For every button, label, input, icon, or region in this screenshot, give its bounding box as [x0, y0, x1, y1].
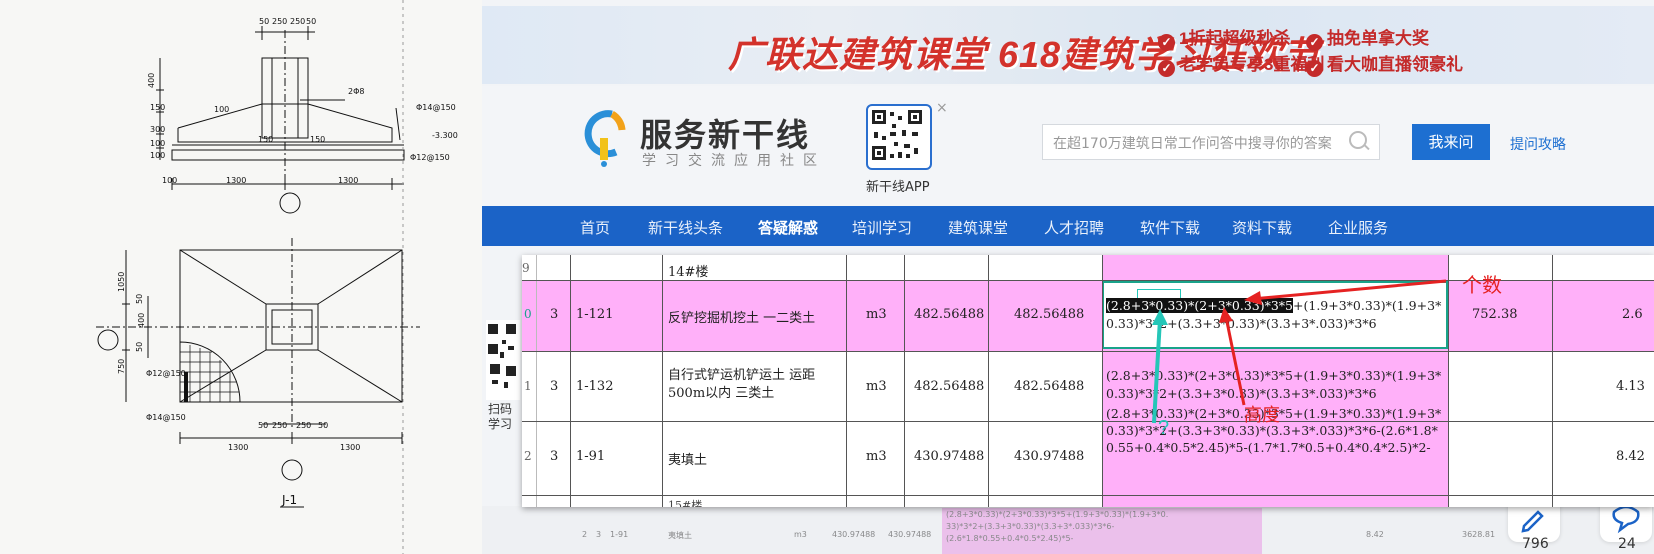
check-icon: ✓ — [1306, 60, 1323, 77]
check-icon: ✓ — [1158, 34, 1175, 51]
banner-perk: ✓ 抽免单拿大奖 — [1306, 24, 1429, 51]
nav-item-software[interactable]: 软件下载 — [1140, 217, 1200, 238]
bg-cell: 2 — [582, 530, 588, 539]
foundation-drawing-svg: 50 250 250 50 400 150 300 100 100 100 2Φ… — [96, 0, 458, 554]
drawing-plan-dim: 400 — [137, 313, 146, 328]
nav-item-headlines[interactable]: 新干线头条 — [648, 217, 723, 238]
drawing-note: 100 — [214, 105, 229, 114]
drawing-plan-top-dim: 50 — [318, 421, 328, 430]
drawing-inner-dim: 150 — [258, 135, 273, 144]
drawing-plan-dim: 50 — [135, 294, 144, 304]
search-placeholder: 在超170万建筑日常工作问答中搜寻你的答案 — [1053, 136, 1332, 152]
logo-slogan: 学习交流应用社区 — [642, 153, 826, 169]
drawing-bottom-dim: 1300 — [226, 176, 246, 185]
bg-cell: 夷填土 — [668, 531, 692, 540]
drawing-plan-top-dim: 50 — [258, 421, 268, 430]
drawing-elev-dim: 100 — [150, 139, 165, 148]
bg-formula-line: (2.8+3*0.33)*(2+3*0.33)*3*5+(1.9+3*0.33)… — [946, 510, 1169, 519]
banner-perk-text: 老学员专享3重福利 — [1179, 55, 1325, 74]
side-qr-icon[interactable] — [486, 320, 520, 400]
nav-item-jobs[interactable]: 人才招聘 — [1044, 217, 1104, 238]
drawing-elev-dim: 150 — [150, 103, 165, 112]
drawing-top-dim: 250 — [290, 17, 305, 26]
foundation-drawing: 50 250 250 50 400 150 300 100 100 100 2Φ… — [0, 0, 482, 554]
banner-perk-text: 抽免单拿大奖 — [1327, 29, 1429, 48]
bg-cell: 8.42 — [1366, 530, 1384, 539]
banner-perk-text: 看大咖直播领豪礼 — [1327, 55, 1463, 74]
drawing-note: 2Φ8 — [348, 87, 364, 96]
drawing-plan-bottom-dim: 1300 — [340, 443, 360, 452]
annotation-count: 个数 — [1462, 275, 1502, 297]
nav-item-training[interactable]: 培训学习 — [852, 217, 912, 238]
search-icon[interactable] — [1349, 131, 1367, 149]
logo-icon[interactable] — [582, 108, 628, 168]
bg-formula-line: 33)*3*2+(3.3+3*0.33)*(3.3+3*.033)*3*6- — [946, 522, 1115, 531]
nav-item-qa[interactable]: 答疑解惑 — [758, 217, 818, 238]
drawing-note: -3.300 — [432, 131, 458, 140]
ask-question-button[interactable]: 我来问 — [1412, 124, 1490, 160]
drawing-elev-dim: 400 — [147, 73, 156, 88]
drawing-plan-note: Φ12@150 — [146, 369, 186, 378]
comment-count: 24 — [1618, 536, 1636, 552]
main-nav: 首页 新干线头条 答疑解惑 培训学习 建筑课堂 人才招聘 软件下载 资料下载 企… — [482, 206, 1654, 246]
search-input[interactable]: 在超170万建筑日常工作问答中搜寻你的答案 — [1042, 124, 1380, 160]
qr-close-icon[interactable]: × — [936, 100, 948, 116]
bg-cell: 3 — [596, 530, 602, 539]
drawing-top-dim: 250 — [272, 17, 287, 26]
check-icon: ✓ — [1158, 60, 1175, 77]
spreadsheet-screenshot: 9 14#楼 0 3 1-121 反铲挖掘机挖土 一二类土 m3 482.564… — [522, 255, 1654, 507]
drawing-note: Φ14@150 — [416, 103, 456, 112]
drawing-plan-dim: 50 — [135, 342, 144, 352]
check-icon: ✓ — [1306, 34, 1323, 51]
annotation-height: 高度 — [1244, 405, 1280, 425]
drawing-inner-dim: 150 — [310, 135, 325, 144]
side-qr-label: 扫码 学习 — [488, 402, 513, 431]
drawing-top-dim: 50 — [259, 17, 269, 26]
drawing-plan-top-dim: 250 — [272, 421, 287, 430]
banner-perk: ✓ 1折起超级秒杀 — [1158, 24, 1290, 51]
drawing-elev-dim: 100 — [150, 151, 165, 160]
drawing-bottom-dim: 1300 — [338, 176, 358, 185]
bg-cell: 430.97488 — [832, 530, 876, 539]
drawing-top-dim: 50 — [306, 17, 316, 26]
drawing-plan-bottom-dim: 1300 — [228, 443, 248, 452]
app-qr-code — [866, 104, 932, 170]
drawing-plan-dim: 1050 — [117, 272, 126, 292]
qr-label: 新干线APP — [866, 180, 930, 195]
ask-tips-link[interactable]: 提问攻略 — [1510, 134, 1566, 154]
qr-code-icon — [872, 110, 922, 160]
site-header: 服务新干线 学习交流应用社区 × 新干线APP 在超170万建筑日常工作问答中搜… — [482, 86, 1654, 206]
background-table: 2 3 1-91 夷填土 m3 430.97488 430.97488 (2.8… — [582, 508, 1542, 554]
bg-cell: 430.97488 — [888, 530, 932, 539]
drawing-elev-dim: 300 — [150, 125, 165, 134]
nav-item-resources[interactable]: 资料下载 — [1232, 217, 1292, 238]
promo-banner[interactable]: 广联达建筑课堂 618建筑学习狂欢节 ✓ 1折起超级秒杀 ✓ 抽免单拿大奖 ✓ 老学员… — [482, 6, 1654, 84]
bg-cell: 3628.81 — [1462, 530, 1496, 539]
drawing-bottom-dim: 100 — [162, 176, 177, 185]
nav-item-course[interactable]: 建筑课堂 — [948, 217, 1008, 238]
drawing-plan-top-dim: 250 — [296, 421, 311, 430]
banner-perk: ✓ 老学员专享3重福利 — [1158, 50, 1324, 77]
banner-perk: ✓ 看大咖直播领豪礼 — [1306, 50, 1463, 77]
bg-cell: m3 — [794, 530, 807, 539]
drawing-note: Φ12@150 — [410, 153, 450, 162]
drawing-plan-note: Φ14@150 — [146, 413, 186, 422]
nav-item-enterprise[interactable]: 企业服务 — [1328, 217, 1388, 238]
bg-formula-line: (2.6*1.8*0.55+0.4*0.5*2.45)*5- — [946, 534, 1074, 543]
drawing-label: J-1 — [281, 493, 297, 507]
annotation-question: ? — [1158, 417, 1170, 439]
answer-count: 796 — [1522, 536, 1549, 552]
banner-perk-text: 1折起超级秒杀 — [1179, 29, 1291, 48]
nav-item-home[interactable]: 首页 — [580, 217, 610, 238]
bg-cell: 1-91 — [610, 530, 629, 539]
drawing-plan-dim: 750 — [117, 359, 126, 374]
